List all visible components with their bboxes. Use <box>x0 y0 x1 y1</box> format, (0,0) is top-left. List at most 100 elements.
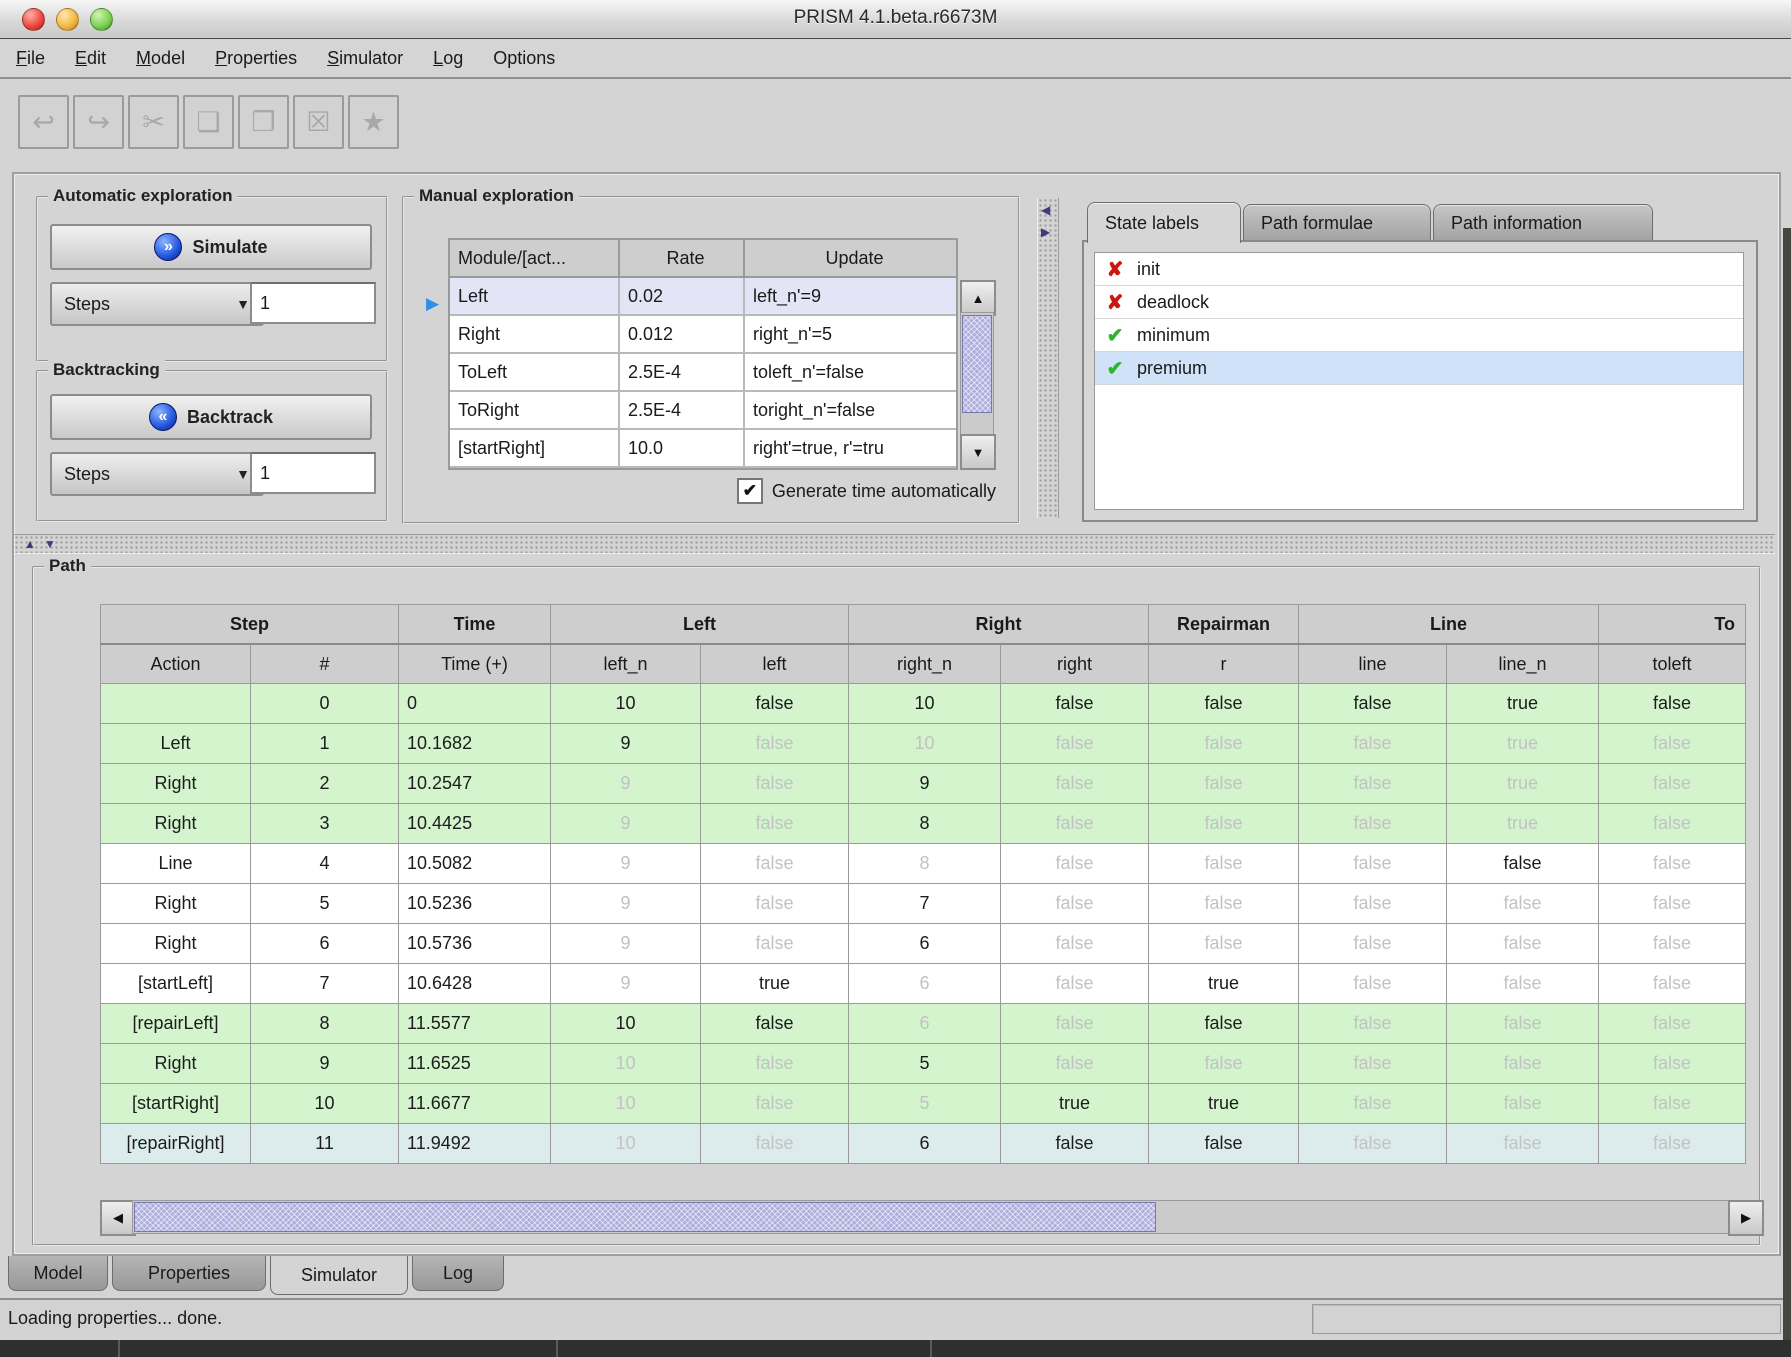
manual-rate-cell: 0.02 <box>620 278 745 314</box>
paste-button[interactable]: ❐ <box>238 95 289 149</box>
state-label-row[interactable]: ✔premium <box>1095 352 1743 385</box>
backtrack-steps-select[interactable]: Steps ▼ <box>50 452 264 496</box>
path-row[interactable]: Right610.57369false6falsefalsefalsefalse… <box>101 924 1746 964</box>
path-cell: 6 <box>849 1124 1001 1164</box>
path-cell: false <box>1447 924 1599 964</box>
path-cell: 9 <box>551 844 701 884</box>
path-cell: [startRight] <box>101 1084 251 1124</box>
path-table-body: 0010false10falsefalsefalsetruefalseLeft1… <box>101 684 1746 1164</box>
path-cell: false <box>1299 764 1447 804</box>
state-label-name: premium <box>1137 358 1207 379</box>
tab-state-labels[interactable]: State labels <box>1087 202 1241 243</box>
menu-simulator[interactable]: Simulator <box>327 48 403 69</box>
simulate-button[interactable]: » Simulate <box>50 224 372 270</box>
menu-properties[interactable]: Properties <box>215 48 297 69</box>
path-cell: [repairRight] <box>101 1124 251 1164</box>
tab-path-information[interactable]: Path information <box>1433 204 1653 241</box>
main-tab-simulator[interactable]: Simulator <box>270 1256 408 1295</box>
menu-edit[interactable]: Edit <box>75 48 106 69</box>
path-row[interactable]: Line410.50829false8falsefalsefalsefalsef… <box>101 844 1746 884</box>
menu-log[interactable]: Log <box>433 48 463 69</box>
path-cell: false <box>701 684 849 724</box>
manual-scrollbar-thumb[interactable] <box>962 315 992 413</box>
redo-button[interactable]: ↪ <box>73 95 124 149</box>
path-row[interactable]: Right911.652510false5falsefalsefalsefals… <box>101 1044 1746 1084</box>
path-scroll-left-button[interactable]: ◀ <box>100 1200 136 1236</box>
collapse-up-icon[interactable]: ▲ <box>24 538 36 550</box>
path-cell: true <box>1447 724 1599 764</box>
path-cell: false <box>1299 924 1447 964</box>
auto-steps-select[interactable]: Steps ▼ <box>50 282 264 326</box>
path-row[interactable]: Right510.52369false7falsefalsefalsefalse… <box>101 884 1746 924</box>
copy-button[interactable]: ❏ <box>183 95 234 149</box>
path-cell: false <box>1447 1124 1599 1164</box>
manual-row[interactable]: Right0.012right_n'=5 <box>450 316 956 354</box>
cut-button[interactable]: ✂ <box>128 95 179 149</box>
manual-row[interactable]: [startRight]10.0right'=true, r'=tru <box>450 430 956 468</box>
generate-time-checkbox-row: ✔ Generate time automatically <box>737 478 996 504</box>
path-row[interactable]: [startRight]1011.667710false5truetruefal… <box>101 1084 1746 1124</box>
path-cell: 11.6525 <box>399 1044 551 1084</box>
path-cell: false <box>1149 764 1299 804</box>
star-button[interactable]: ★ <box>348 95 399 149</box>
path-row[interactable]: [repairRight]1111.949210false6falsefalse… <box>101 1124 1746 1164</box>
menu-model[interactable]: Model <box>136 48 185 69</box>
path-group-header: To <box>1599 605 1746 645</box>
path-cell: false <box>1001 804 1149 844</box>
main-tab-log[interactable]: Log <box>412 1256 504 1291</box>
path-cell: 10 <box>551 684 701 724</box>
path-scroll-right-button[interactable]: ▶ <box>1728 1200 1764 1236</box>
generate-time-checkbox[interactable]: ✔ <box>737 478 763 504</box>
path-column-header: left_n <box>551 644 701 684</box>
path-scrollbar-thumb[interactable] <box>134 1202 1156 1232</box>
main-tab-model[interactable]: Model <box>8 1256 108 1291</box>
path-column-header: # <box>251 644 399 684</box>
manual-table-body: Left0.02left_n'=9Right0.012right_n'=5ToL… <box>450 278 956 468</box>
state-label-row[interactable]: ✔minimum <box>1095 319 1743 352</box>
path-row[interactable]: Right210.25479false9falsefalsefalsetruef… <box>101 764 1746 804</box>
backtrack-steps-label: Steps <box>64 464 110 485</box>
state-label-name: deadlock <box>1137 292 1209 313</box>
state-label-row[interactable]: ✘deadlock <box>1095 286 1743 319</box>
delete-button[interactable]: ☒ <box>293 95 344 149</box>
manual-scrollbar[interactable] <box>960 312 994 436</box>
manual-scroll-up-button[interactable]: ▲ <box>960 280 996 316</box>
manual-column-header: Update <box>745 240 956 276</box>
manual-row[interactable]: ToRight2.5E-4toright_n'=false <box>450 392 956 430</box>
backtrack-button[interactable]: « Backtrack <box>50 394 372 440</box>
path-cell: 11.5577 <box>399 1004 551 1044</box>
path-row[interactable]: 0010false10falsefalsefalsetruefalse <box>101 684 1746 724</box>
path-row[interactable]: [startLeft]710.64289true6falsetruefalsef… <box>101 964 1746 1004</box>
collapse-left-icon[interactable]: ◀ <box>1041 204 1050 216</box>
path-cell: false <box>1599 804 1746 844</box>
menu-file[interactable]: File <box>16 48 45 69</box>
manual-row[interactable]: ToLeft2.5E-4toleft_n'=false <box>450 354 956 392</box>
path-row[interactable]: Right310.44259false8falsefalsefalsetruef… <box>101 804 1746 844</box>
path-cell: false <box>1599 1044 1746 1084</box>
path-row[interactable]: [repairLeft]811.557710false6falsefalsefa… <box>101 1004 1746 1044</box>
undo-button[interactable]: ↩ <box>18 95 69 149</box>
collapse-down-icon[interactable]: ▼ <box>44 538 56 550</box>
manual-module-cell: ToRight <box>450 392 620 428</box>
path-group-header: Time <box>399 605 551 645</box>
horizontal-splitter[interactable]: ▲ ▼ <box>14 534 1775 554</box>
manual-row[interactable]: Left0.02left_n'=9 <box>450 278 956 316</box>
path-cell: false <box>1599 1124 1746 1164</box>
tab-path-formulae[interactable]: Path formulae <box>1243 204 1431 241</box>
manual-update-cell: right_n'=5 <box>745 316 956 352</box>
path-cell: 4 <box>251 844 399 884</box>
background-sliver <box>1783 228 1791 1340</box>
manual-module-cell: ToLeft <box>450 354 620 390</box>
state-label-row[interactable]: ✘init <box>1095 253 1743 286</box>
backtrack-steps-input[interactable]: 1 <box>250 452 376 494</box>
path-row[interactable]: Left110.16829false10falsefalsefalsetruef… <box>101 724 1746 764</box>
vertical-splitter[interactable]: ◀ ▶ <box>1037 198 1059 518</box>
collapse-right-icon[interactable]: ▶ <box>1041 226 1050 238</box>
path-cell: 3 <box>251 804 399 844</box>
menu-options[interactable]: Options <box>493 48 555 69</box>
manual-scroll-down-button[interactable]: ▼ <box>960 434 996 470</box>
path-cell: 9 <box>849 764 1001 804</box>
path-scrollbar[interactable] <box>132 1200 1730 1234</box>
main-tab-properties[interactable]: Properties <box>112 1256 266 1291</box>
auto-steps-input[interactable]: 1 <box>250 282 376 324</box>
